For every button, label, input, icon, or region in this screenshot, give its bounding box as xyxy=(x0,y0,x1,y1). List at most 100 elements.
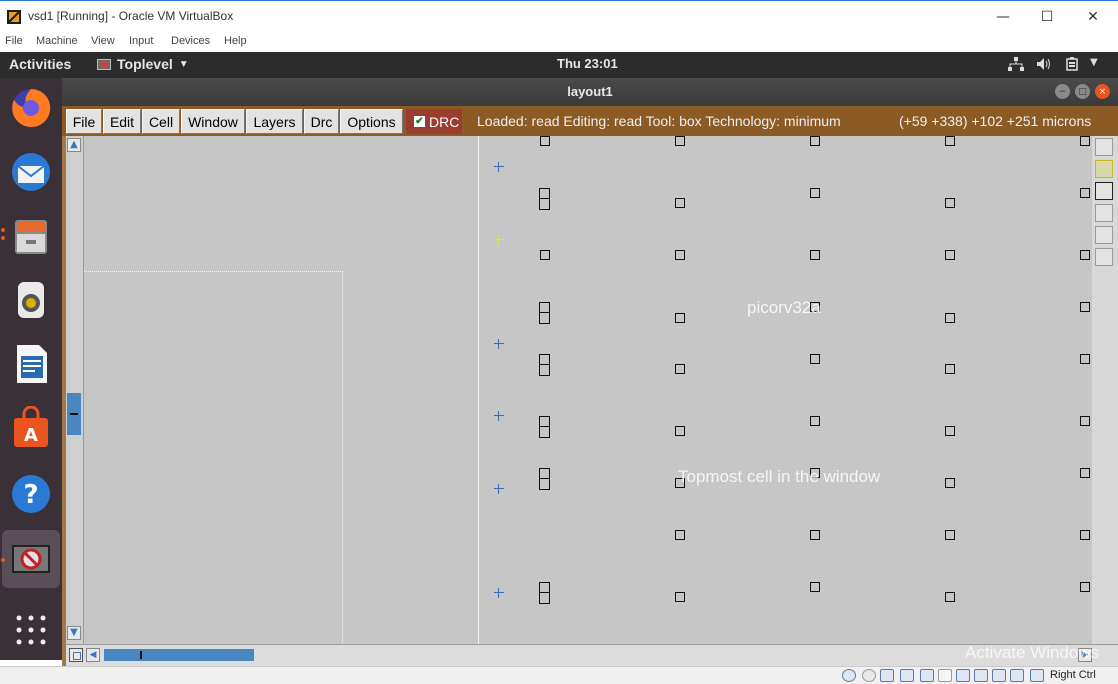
host-menu-devices[interactable]: Devices xyxy=(171,35,210,47)
scroll-up-arrow-icon[interactable]: ▲ xyxy=(67,138,81,152)
system-menu-chevron-icon[interactable]: ▼ xyxy=(1090,57,1098,68)
magic-window-title: layout1 xyxy=(567,84,613,99)
app-menu[interactable]: Toplevel ▼ xyxy=(97,56,189,72)
origin-cross-icon xyxy=(494,162,504,172)
optical-drive-icon[interactable] xyxy=(842,669,856,682)
pad xyxy=(945,478,955,488)
window-close-icon[interactable]: × xyxy=(1095,84,1110,99)
keyboard-capture-icon[interactable] xyxy=(1030,669,1044,682)
pad xyxy=(810,250,820,260)
window-minimize-icon[interactable]: − xyxy=(1055,84,1070,99)
app-menu-label: Toplevel xyxy=(117,56,173,72)
display-icon[interactable] xyxy=(920,669,934,682)
pad xyxy=(675,364,685,374)
magic-menu-edit[interactable]: Edit xyxy=(103,109,141,134)
magic-menu-layers[interactable]: Layers xyxy=(246,109,303,134)
magic-menu-cell[interactable]: Cell xyxy=(142,109,180,134)
shared-folders-icon[interactable] xyxy=(900,669,914,682)
host-menu-view[interactable]: View xyxy=(91,35,115,47)
window-maximize-icon[interactable]: □ xyxy=(1075,84,1090,99)
ubuntu-topbar: Activities Toplevel ▼ Thu 23:01 ▼ xyxy=(0,52,1118,78)
recording-icon[interactable] xyxy=(974,669,988,682)
running-indicator xyxy=(1,558,5,562)
hard-disk-icon[interactable] xyxy=(938,669,952,682)
minimize-button[interactable]: — xyxy=(980,1,1026,33)
origin-cross-icon xyxy=(494,484,504,494)
pad xyxy=(1080,188,1090,198)
horizontal-scroll-thumb[interactable] xyxy=(104,649,254,661)
thunderbird-icon[interactable] xyxy=(7,148,55,196)
layer-swatch[interactable] xyxy=(1095,248,1113,266)
magic-menu-drc[interactable]: Drc xyxy=(304,109,339,134)
pad xyxy=(810,416,820,426)
pad xyxy=(810,136,820,146)
layer-swatch[interactable] xyxy=(1095,138,1113,156)
network-icon[interactable] xyxy=(1008,57,1024,75)
layer-swatch[interactable] xyxy=(1095,226,1113,244)
pad xyxy=(675,136,685,146)
virtualbox-app-icon xyxy=(7,10,21,24)
scroll-left-arrow-icon[interactable]: ◀ xyxy=(86,648,100,662)
activities-button[interactable]: Activities xyxy=(9,56,71,72)
checkbox-checked-icon: ✔ xyxy=(414,116,425,127)
show-applications-icon[interactable] xyxy=(7,606,55,654)
firefox-icon[interactable] xyxy=(7,84,55,132)
mouse-integration-icon[interactable] xyxy=(1010,669,1024,682)
pad xyxy=(1080,302,1090,312)
layer-swatch[interactable] xyxy=(1095,160,1113,178)
magic-menu-options[interactable]: Options xyxy=(340,109,403,134)
layer-swatch[interactable] xyxy=(1095,182,1113,200)
magic-canvas-frame: ▲ ▼ picorv32a Topmost cell in the window… xyxy=(62,136,1118,666)
tall-pad xyxy=(539,188,550,210)
activate-windows-watermark: Activate Windows xyxy=(965,643,1100,662)
usb-icon[interactable] xyxy=(880,669,894,682)
host-menubar: File Machine View Input Devices Help xyxy=(0,32,1118,52)
software-center-icon[interactable]: A xyxy=(7,404,55,452)
vertical-scrollbar[interactable]: ▲ ▼ xyxy=(66,136,84,644)
drc-toggle[interactable]: ✔ DRC xyxy=(406,109,462,134)
files-icon[interactable] xyxy=(7,212,55,260)
pad xyxy=(1080,250,1090,260)
battery-icon[interactable] xyxy=(1066,57,1080,75)
volume-icon[interactable] xyxy=(1036,57,1052,75)
rhythmbox-icon[interactable] xyxy=(7,276,55,324)
cursor-coordinates: (+59 +338) +102 +251 microns xyxy=(899,113,1092,129)
terminal-app-icon[interactable] xyxy=(2,530,60,588)
app-menu-icon xyxy=(97,58,111,70)
cell-bounding-box xyxy=(84,271,343,644)
magic-window-titlebar[interactable]: layout1 − □ × xyxy=(62,78,1118,106)
host-menu-file[interactable]: File xyxy=(5,35,23,47)
host-menu-machine[interactable]: Machine xyxy=(36,35,78,47)
cell-name-label: picorv32a xyxy=(747,298,821,317)
layout-view[interactable]: picorv32a Topmost cell in the window xyxy=(84,136,1092,644)
pad xyxy=(945,136,955,146)
host-titlebar: vsd1 [Running] - Oracle VM VirtualBox — … xyxy=(0,0,1118,32)
pad xyxy=(810,354,820,364)
drc-label: DRC xyxy=(429,113,460,130)
scroll-down-arrow-icon[interactable]: ▼ xyxy=(67,626,81,640)
horizontal-scrollbar[interactable]: ◀ ▶ xyxy=(66,644,1118,666)
origin-cross-icon xyxy=(494,411,504,421)
close-button[interactable]: ✕ xyxy=(1070,1,1116,33)
audio-icon[interactable] xyxy=(862,669,876,682)
layer-swatch[interactable] xyxy=(1095,204,1113,222)
help-icon[interactable]: ? xyxy=(7,470,55,518)
vertical-scroll-thumb[interactable] xyxy=(67,393,81,435)
svg-text:A: A xyxy=(24,425,38,446)
magic-menu-window[interactable]: Window xyxy=(181,109,245,134)
maximize-button[interactable]: ☐ xyxy=(1024,1,1070,33)
pad xyxy=(945,530,955,540)
virtualbox-statusbar: Right Ctrl xyxy=(0,666,1118,684)
cpu-icon[interactable] xyxy=(992,669,1006,682)
pad xyxy=(945,313,955,323)
clock[interactable]: Thu 23:01 xyxy=(557,56,618,71)
zoom-box-icon[interactable] xyxy=(69,648,83,662)
host-menu-input[interactable]: Input xyxy=(129,35,153,47)
magic-menu-file[interactable]: File xyxy=(66,109,102,134)
tall-pad xyxy=(539,354,550,376)
cell-boundary-line xyxy=(478,136,479,644)
network-adapter-icon[interactable] xyxy=(956,669,970,682)
libreoffice-writer-icon[interactable] xyxy=(7,340,55,388)
host-menu-help[interactable]: Help xyxy=(224,35,247,47)
pad xyxy=(945,592,955,602)
